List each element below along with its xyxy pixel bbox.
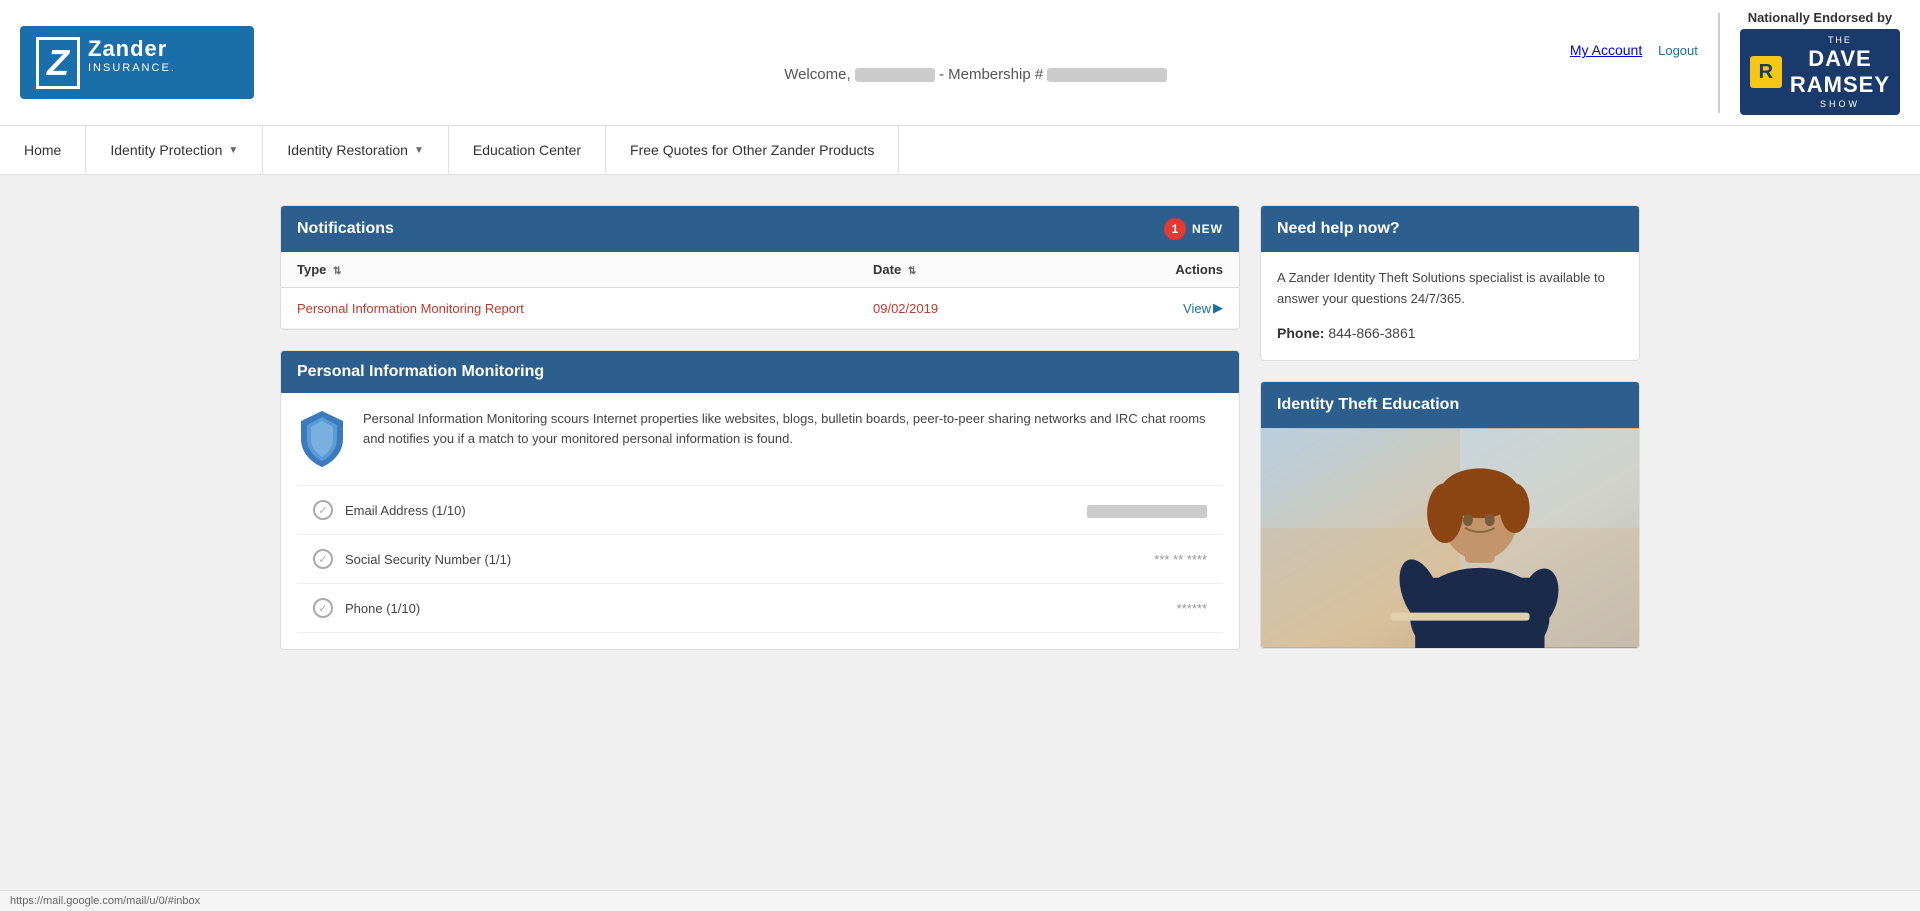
pim-phone-left: ✓ Phone (1/10) <box>313 598 420 618</box>
notification-view-link[interactable]: View▶ <box>1073 300 1223 316</box>
new-badge: 1 NEW <box>1164 218 1223 240</box>
top-links: My Account Logout <box>1570 42 1698 58</box>
shield-icon <box>297 409 347 469</box>
ramsey-r-logo: R <box>1750 56 1782 88</box>
status-bar: https://mail.google.com/mail/u/0/#inbox <box>0 890 1920 911</box>
help-description: A Zander Identity Theft Solutions specia… <box>1277 268 1623 310</box>
logo-z-letter: Z <box>36 37 80 89</box>
col-date: Date ⇅ <box>873 262 1073 277</box>
col-actions: Actions <box>1073 262 1223 277</box>
ramsey-text: THE DAVE RAMSEY SHOW <box>1790 35 1890 109</box>
chevron-down-icon: ▼ <box>228 145 238 156</box>
education-illustration <box>1261 428 1639 648</box>
check-circle-icon: ✓ <box>313 549 333 569</box>
pim-intro: Personal Information Monitoring scours I… <box>297 409 1223 486</box>
email-value-blurred <box>1087 505 1207 518</box>
notifications-header: Notifications 1 NEW <box>281 206 1239 252</box>
badge-count: 1 <box>1164 218 1186 240</box>
pim-ssn-left: ✓ Social Security Number (1/1) <box>313 549 511 569</box>
help-header: Need help now? <box>1261 206 1639 252</box>
pim-email-label: Email Address (1/10) <box>345 503 466 518</box>
sort-date-icon[interactable]: ⇅ <box>908 266 916 277</box>
badge-new-label: NEW <box>1192 222 1223 236</box>
pim-ssn-value: *** ** **** <box>1154 552 1207 567</box>
pim-ssn-label: Social Security Number (1/1) <box>345 552 511 567</box>
pim-header: Personal Information Monitoring <box>281 351 1239 393</box>
dave-ramsey-endorsement: Nationally Endorsed by R THE DAVE RAMSEY… <box>1740 10 1900 115</box>
chevron-down-icon: ▼ <box>414 145 424 156</box>
pim-body: Personal Information Monitoring scours I… <box>281 393 1239 649</box>
logo-idtheft: 🛡 ID THEFT PROTECTION <box>88 78 238 89</box>
table-row: Personal Information Monitoring Report 0… <box>281 288 1239 329</box>
notifications-title: Notifications <box>297 220 394 238</box>
main-content: Notifications 1 NEW Type ⇅ Date ⇅ Action… <box>260 205 1660 670</box>
main-nav: Home Identity Protection ▼ Identity Rest… <box>0 126 1920 175</box>
nav-identity-protection[interactable]: Identity Protection ▼ <box>86 126 263 174</box>
education-panel: Identity Theft Education <box>1260 381 1640 649</box>
notification-date: 09/02/2019 <box>873 301 1073 316</box>
welcome-text: Welcome, - Membership # <box>784 66 1167 83</box>
my-account-link[interactable]: My Account <box>1570 42 1642 58</box>
pim-phone-item: ✓ Phone (1/10) ****** <box>297 584 1223 633</box>
pim-description: Personal Information Monitoring scours I… <box>363 409 1223 448</box>
dave-box: R THE DAVE RAMSEY SHOW <box>1740 29 1900 115</box>
username-blurred <box>855 68 935 82</box>
pim-panel: Personal Information Monitoring Personal… <box>280 350 1240 650</box>
header-divider <box>1718 13 1720 113</box>
notification-type-link[interactable]: Personal Information Monitoring Report <box>297 301 524 316</box>
help-body: A Zander Identity Theft Solutions specia… <box>1261 252 1639 360</box>
logo[interactable]: Z Zander INSURANCE. 🛡 ID THEFT PROTECTIO… <box>20 26 254 99</box>
help-phone: Phone: 844-866-3861 <box>1277 322 1623 344</box>
nav-home[interactable]: Home <box>0 126 86 174</box>
check-circle-icon: ✓ <box>313 598 333 618</box>
nav-free-quotes[interactable]: Free Quotes for Other Zander Products <box>606 126 899 174</box>
nav-identity-restoration[interactable]: Identity Restoration ▼ <box>263 126 449 174</box>
header-meta: My Account Logout Welcome, - Membership … <box>254 42 1698 83</box>
notifications-table-header: Type ⇅ Date ⇅ Actions <box>281 252 1239 288</box>
left-column: Notifications 1 NEW Type ⇅ Date ⇅ Action… <box>280 205 1240 670</box>
status-url: https://mail.google.com/mail/u/0/#inbox <box>10 895 200 907</box>
logo-brand: Zander <box>88 36 238 62</box>
pim-email-item: ✓ Email Address (1/10) <box>297 486 1223 535</box>
logo-sub: INSURANCE. <box>88 62 238 74</box>
page-header: Z Zander INSURANCE. 🛡 ID THEFT PROTECTIO… <box>0 0 1920 126</box>
arrow-right-icon: ▶ <box>1213 300 1223 316</box>
pim-ssn-item: ✓ Social Security Number (1/1) *** ** **… <box>297 535 1223 584</box>
education-image <box>1261 428 1639 648</box>
col-type: Type ⇅ <box>297 262 873 277</box>
pim-email-left: ✓ Email Address (1/10) <box>313 500 466 520</box>
pim-email-value <box>1087 503 1207 518</box>
pim-phone-value: ****** <box>1177 601 1207 616</box>
notifications-panel: Notifications 1 NEW Type ⇅ Date ⇅ Action… <box>280 205 1240 330</box>
check-circle-icon: ✓ <box>313 500 333 520</box>
help-panel: Need help now? A Zander Identity Theft S… <box>1260 205 1640 361</box>
logout-link[interactable]: Logout <box>1658 43 1698 58</box>
right-column: Need help now? A Zander Identity Theft S… <box>1260 205 1640 670</box>
pim-phone-label: Phone (1/10) <box>345 601 420 616</box>
help-phone-number: 844-866-3861 <box>1328 325 1415 341</box>
endorsed-text: Nationally Endorsed by <box>1740 10 1900 25</box>
membership-blurred <box>1047 68 1167 82</box>
nav-education-center[interactable]: Education Center <box>449 126 606 174</box>
education-header: Identity Theft Education <box>1261 382 1639 428</box>
sort-type-icon[interactable]: ⇅ <box>333 266 341 277</box>
